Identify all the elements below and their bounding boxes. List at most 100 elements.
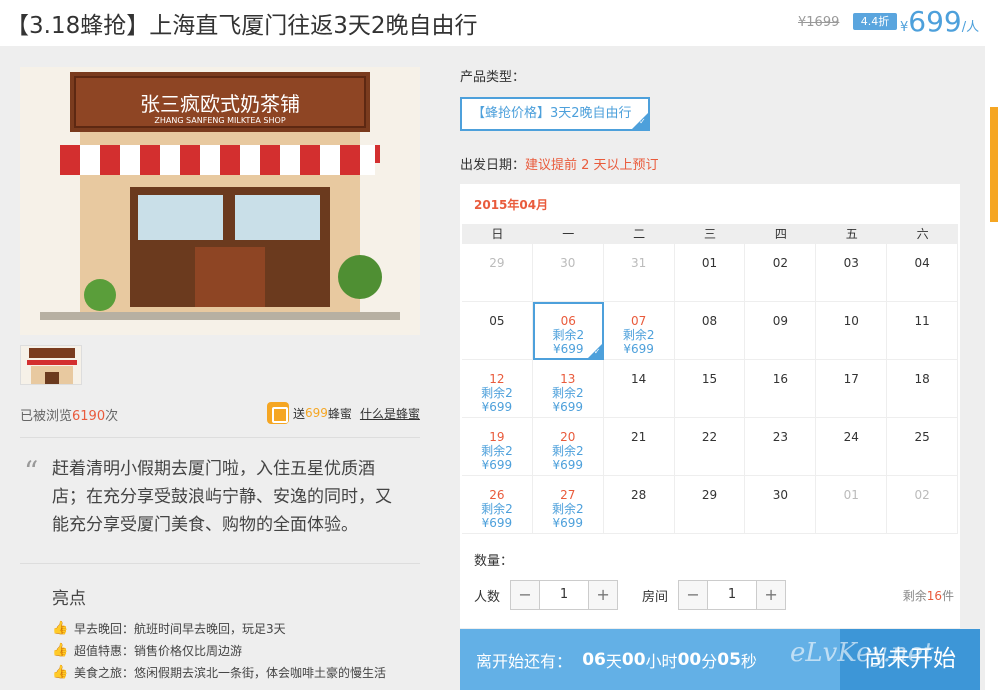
calendar-day-available[interactable]: 13 剩余2 ¥699 [533, 360, 604, 418]
quote-icon: “ [24, 455, 39, 488]
gallery-thumbnail[interactable] [20, 345, 82, 385]
day-price: ¥699 [481, 516, 513, 530]
people-plus-button[interactable]: + [589, 581, 618, 609]
remain-prefix: 剩余 [902, 588, 927, 603]
calendar-day: 16 [745, 360, 817, 418]
weekday-label: 二 [633, 227, 646, 241]
calendar-day-available[interactable]: 19 剩余2 ¥699 [462, 418, 533, 476]
product-option-label: 【蜂抢价格】3天2晚自由行 [472, 106, 632, 121]
countdown-bar: 离开始还有： 06 天 00 小时 00 分 05 秒 [460, 629, 840, 690]
day-stock: 剩余2 [481, 386, 513, 400]
day-number: 03 [843, 256, 859, 270]
day-number: 17 [843, 372, 859, 386]
day-price: ¥699 [481, 458, 513, 472]
check-icon: ✓ [587, 344, 602, 358]
day-price: ¥699 [623, 342, 654, 356]
calendar-day-available[interactable]: 20 剩余2 ¥699 [533, 418, 604, 476]
room-label: 房间 [642, 589, 669, 605]
honey-reward: 送 699 蜂蜜 什么是蜂蜜 [267, 402, 420, 424]
stock-remaining: 剩余16件 [903, 587, 954, 604]
day-stock: 剩余2 [551, 502, 584, 516]
highlights-title: 亮点 [52, 589, 86, 609]
people-minus-button[interactable]: − [511, 581, 540, 609]
day-number: 01 [843, 488, 859, 502]
calendar-week: 19 剩余2 ¥699 20 剩余2 ¥699 21 22 23 24 25 [462, 418, 959, 476]
day-number: 18 [914, 372, 930, 386]
calendar-day: 17 [816, 360, 888, 418]
day-number: 12 [489, 372, 505, 386]
discount-badge: 4.4折 [853, 13, 897, 30]
calendar-day: 21 [604, 418, 675, 476]
days-unit: 天 [605, 651, 622, 671]
day-stock: 剩余2 [622, 328, 655, 342]
day-number: 16 [772, 372, 788, 386]
calendar-day: 22 [675, 418, 746, 476]
divider [20, 563, 420, 564]
remain-count: 16 [926, 588, 942, 603]
calendar-day: 31 [604, 244, 675, 302]
calendar-day: 29 [675, 476, 746, 534]
thumbs-up-icon: 👍 [52, 643, 69, 658]
calendar-day: 18 [887, 360, 959, 418]
calendar-day: 02 [745, 244, 817, 302]
calendar-day: 05 [462, 302, 533, 360]
product-summary: 赶着清明小假期去厦门啦，入住五星优质酒店；在充分享受鼓浪屿宁静、安逸的同时，又能… [52, 459, 392, 535]
day-price: ¥699 [481, 400, 513, 414]
room-plus-button[interactable]: + [757, 581, 786, 609]
minutes-unit: 分 [701, 651, 718, 671]
calendar-day: 14 [604, 360, 675, 418]
calendar-week: 29 30 31 01 02 03 04 [462, 244, 959, 302]
calendar-week: 12 剩余2 ¥699 13 剩余2 ¥699 14 15 16 17 18 [462, 360, 959, 418]
day-price: ¥699 [552, 458, 584, 472]
departure-date-label: 出发日期：建议提前 2 天以上预订 [460, 154, 659, 173]
room-input[interactable]: 1 [707, 581, 758, 609]
views-count: 6190 [72, 409, 106, 424]
calendar-day-available[interactable]: 26 剩余2 ¥699 [462, 476, 533, 534]
day-stock: 剩余2 [481, 502, 513, 516]
divider [20, 437, 420, 438]
calendar-day-available[interactable]: 27 剩余2 ¥699 [533, 476, 604, 534]
calendar-day-available[interactable]: 07 剩余2 ¥699 [604, 302, 675, 360]
shop-illustration: 张三疯欧式奶茶铺 ZHANG SANFENG MILKTEA SHOP [20, 67, 420, 335]
day-stock: 剩余2 [551, 444, 584, 458]
honey-prefix: 送 [293, 406, 306, 421]
product-type-label: 产品类型： [460, 70, 526, 85]
remain-suffix: 件 [941, 588, 954, 603]
main-product-image[interactable]: 张三疯欧式奶茶铺 ZHANG SANFENG MILKTEA SHOP [20, 67, 420, 335]
weekday-label: 三 [704, 227, 717, 241]
calendar-day-selected[interactable]: 06 剩余2 ¥699 ✓ [532, 302, 604, 360]
countdown-hours: 00 [621, 649, 646, 670]
departure-label: 出发日期： [460, 158, 526, 173]
people-input[interactable]: 1 [539, 581, 590, 609]
day-number: 23 [772, 430, 788, 444]
countdown-prefix: 离开始还有： [476, 651, 573, 671]
product-option-button[interactable]: 【蜂抢价格】3天2晚自由行 ✓ [460, 97, 650, 131]
calendar-day: 01 [675, 244, 746, 302]
day-number: 27 [560, 488, 576, 502]
people-label: 人数 [474, 589, 501, 605]
calendar-day: 30 [745, 476, 817, 534]
calendar-day: 29 [462, 244, 533, 302]
calendar-day-available[interactable]: 12 剩余2 ¥699 [462, 360, 533, 418]
weekday-label: 日 [491, 227, 504, 241]
side-tab[interactable] [990, 107, 998, 222]
day-number: 06 [560, 314, 576, 328]
not-started-button[interactable]: 尚未开始 [840, 629, 980, 690]
views-suffix: 次 [105, 409, 119, 424]
honey-count: 699 [305, 406, 328, 420]
honey-suffix: 蜂蜜 [327, 406, 352, 421]
calendar-day: 09 [745, 302, 817, 360]
thumbs-up-icon: 👍 [52, 665, 69, 680]
room-minus-button[interactable]: − [679, 581, 708, 609]
price-unit: /人 [961, 20, 980, 35]
what-is-honey-link[interactable]: 什么是蜂蜜 [360, 405, 420, 422]
calendar-day: 11 [887, 302, 959, 360]
countdown-minutes: 00 [677, 649, 702, 670]
day-number: 02 [772, 256, 788, 270]
day-number: 09 [772, 314, 788, 328]
day-price: ¥699 [552, 516, 584, 530]
calendar-grid: 29 30 31 01 02 03 04 05 06 剩余2 ¥699 ✓ 07… [462, 244, 959, 534]
day-number: 04 [914, 256, 930, 270]
price-value: 699 [908, 5, 962, 38]
calendar-week: 05 06 剩余2 ¥699 ✓ 07 剩余2 ¥699 08 09 10 11 [462, 302, 959, 360]
